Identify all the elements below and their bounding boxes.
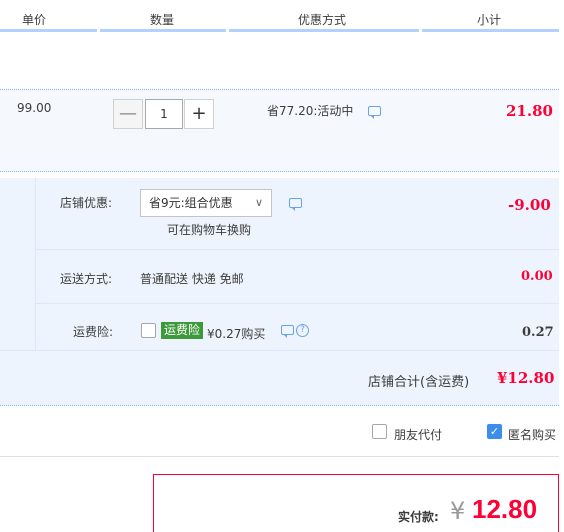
table-header: 单价 数量 优惠方式 小计 (0, 0, 564, 32)
shop-total-amount: ¥12.80 (497, 369, 555, 387)
anonymous-label[interactable]: 匿名购买 (508, 426, 556, 443)
col-subtotal: 小计 (477, 13, 502, 27)
coupon-select[interactable]: 省9元:组合优惠 ∨ (140, 189, 272, 217)
insurance-checkbox[interactable] (141, 323, 156, 338)
chat-icon[interactable] (368, 106, 381, 119)
shop-total-label: 店铺合计(含运费) (368, 375, 470, 390)
row-divider (35, 303, 559, 304)
header-underline (100, 29, 226, 32)
col-quantity: 数量 (150, 13, 175, 27)
insurance-amount: 0.27 (522, 325, 554, 340)
header-underline (422, 29, 559, 32)
chat-icon[interactable] (289, 198, 302, 211)
header-underline (0, 29, 97, 32)
coupon-amount: -9.00 (508, 196, 551, 214)
insurance-badge: 运费险 (161, 322, 204, 339)
header-underline (229, 29, 419, 32)
col-discount: 优惠方式 (298, 13, 347, 27)
insurance-price: ¥0.27购买 (207, 327, 266, 341)
payment-amount: 12.80 (472, 494, 538, 524)
payment-currency: ¥ (450, 497, 466, 525)
coupon-label: 店铺优惠: (60, 196, 113, 210)
insurance-label: 运费险: (73, 325, 114, 339)
shipping-amount: 0.00 (521, 269, 553, 284)
quantity-input[interactable]: 1 (145, 99, 183, 129)
chat-icon[interactable] (281, 325, 294, 338)
friend-pay-checkbox[interactable] (372, 424, 387, 439)
unit-price: 99.00 (17, 101, 52, 115)
coupon-select-value: 省9元:组合优惠 (149, 196, 233, 210)
chevron-down-icon: ∨ (254, 196, 263, 209)
shop-summary (0, 178, 559, 406)
shipping-label: 运送方式: (60, 272, 113, 286)
shop-divider (35, 178, 36, 350)
friend-pay-label[interactable]: 朋友代付 (394, 426, 442, 443)
row-divider (0, 350, 559, 351)
col-unit-price: 单价 (22, 13, 47, 27)
anonymous-checkbox[interactable]: ✓ (487, 424, 502, 439)
coupon-hint[interactable]: 可在购物车换购 (167, 221, 251, 238)
decrease-quantity-button[interactable]: — (113, 99, 143, 129)
increase-quantity-button[interactable]: + (184, 99, 214, 129)
product-subtotal: 21.80 (506, 102, 553, 120)
product-discount-text: 省77.20:活动中 (267, 104, 354, 118)
row-divider (35, 249, 559, 250)
payment-label: 实付款: (398, 510, 439, 524)
question-icon[interactable]: ? (296, 324, 309, 337)
shipping-method: 普通配送 快递 免邮 (140, 272, 244, 286)
section-divider (0, 456, 559, 457)
